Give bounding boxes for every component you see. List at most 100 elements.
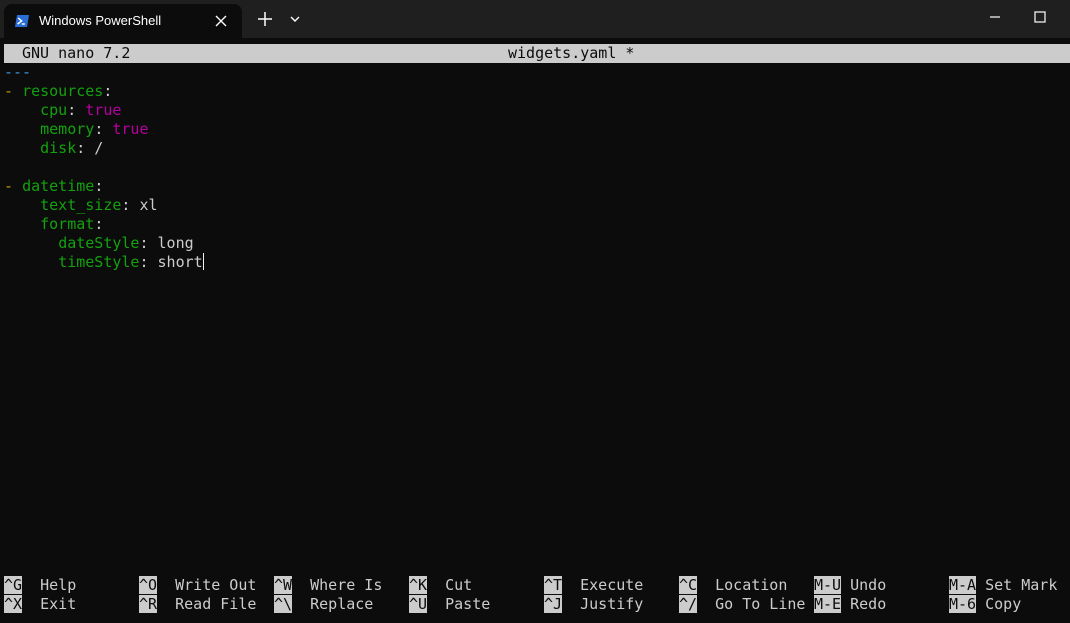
shortcut-spacer [22,576,40,594]
shortcut-label: Cut [445,576,473,594]
shortcut-item[interactable]: ^G Help [4,576,76,595]
shortcut-key: ^J [544,595,563,613]
text-cursor [202,253,204,270]
shortcut-key: ^U [409,595,428,613]
shortcut-item[interactable]: ^\ Replace [274,595,373,614]
shortcut-item[interactable]: ^X Exit [4,595,76,614]
shortcut-label: Where Is [310,576,383,594]
yaml-plain-token: : [94,177,104,195]
editor-line[interactable]: timeStyle: short [4,253,204,272]
yaml-key-token: resources [22,82,104,100]
shortcut-item[interactable]: ^W Where Is [274,576,382,595]
chevron-down-icon[interactable] [288,13,302,25]
shortcut-label: Go To Line [715,595,806,613]
yaml-key-token: dateStyle [58,234,140,252]
shortcut-spacer [157,576,175,594]
shortcut-spacer [697,595,715,613]
shortcut-spacer [976,576,985,594]
shortcut-key: ^X [4,595,23,613]
shortcut-key: ^T [544,576,563,594]
shortcut-key: M-A [949,576,977,594]
shortcut-bar: ^G Help ^O Write Out ^W Where Is ^K Cut ^T E… [0,576,1070,616]
yaml-plain-token [4,101,40,119]
shortcut-spacer [697,576,715,594]
shortcut-spacer [427,595,445,613]
yaml-plain-token: : short [139,253,203,271]
shortcut-item[interactable]: M-6 Copy [949,595,1021,614]
shortcut-key: ^O [139,576,158,594]
minimize-icon[interactable] [986,8,1004,26]
shortcut-spacer [562,595,580,613]
editor-line[interactable]: format: [4,215,103,234]
shortcut-spacer [562,576,580,594]
shortcut-label: Justify [580,595,644,613]
shortcut-label: Write Out [175,576,257,594]
editor-line[interactable]: - datetime: [4,177,103,196]
nano-filename: widgets.yaml * [508,44,635,62]
yaml-plain-token [4,253,58,271]
nano-version: GNU nano 7.2 [22,44,131,62]
shortcut-label: Replace [310,595,374,613]
shortcut-item[interactable]: ^U Paste [409,595,490,614]
shortcut-item[interactable]: ^T Execute [544,576,643,595]
shortcut-key: ^R [139,595,158,613]
yaml-plain-token: : [94,120,113,138]
yaml-key-token: memory [40,120,95,138]
editor-line[interactable]: memory: true [4,120,149,139]
yaml-key-token: timeStyle [58,253,140,271]
maximize-icon[interactable] [1031,8,1049,26]
shortcut-spacer [157,595,175,613]
shortcut-label: Execute [580,576,644,594]
editor-line[interactable]: cpu: true [4,101,121,120]
shortcut-item[interactable]: ^/ Go To Line [679,595,805,614]
shortcut-item[interactable]: ^J Justify [544,595,643,614]
shortcut-label: Copy [985,595,1022,613]
yaml-plain-token: : / [76,139,104,157]
shortcut-key: ^G [4,576,23,594]
yaml-plain-token: : [94,215,104,233]
yaml-plain-token: : xl [121,196,158,214]
shortcut-item[interactable]: M-E Redo [814,595,886,614]
editor-line[interactable]: - resources: [4,82,112,101]
terminal-content[interactable]: GNU nano 7.2 widgets.yaml * --- - resourc… [0,38,1070,623]
yaml-plain-token [4,215,40,233]
shortcut-item[interactable]: ^O Write Out [139,576,256,595]
shortcut-key: ^C [679,576,698,594]
shortcut-key: ^/ [679,595,698,613]
editor-line[interactable]: --- [4,63,31,82]
terminal-window: Windows PowerShell GNU nano 7.2 widgets.… [0,0,1070,623]
tab-windows-powershell[interactable]: Windows PowerShell [4,4,242,38]
yaml-bool-token: true [85,101,122,119]
tab-title: Windows PowerShell [39,13,162,28]
yaml-plain-token: : [103,82,113,100]
yaml-plain-token [4,120,40,138]
yaml-key-token: format [40,215,95,233]
shortcut-key: ^W [274,576,293,594]
yaml-key-token: datetime [22,177,95,195]
yaml-key-token: text_size [40,196,122,214]
editor-line[interactable]: disk: / [4,139,103,158]
yaml-plain-token [4,139,40,157]
shortcut-item[interactable]: M-A Set Mark [949,576,1057,595]
editor-line[interactable]: text_size: xl [4,196,158,215]
shortcut-label: Help [40,576,77,594]
yaml-bool-token: true [112,120,149,138]
powershell-icon [15,15,29,27]
nano-header: GNU nano 7.2 widgets.yaml * [4,44,1070,63]
editor-line[interactable]: dateStyle: long [4,234,194,253]
shortcut-spacer [976,595,985,613]
yaml-plain-token: : long [139,234,194,252]
shortcut-item[interactable]: ^R Read File [139,595,256,614]
plus-icon[interactable] [255,9,275,29]
shortcut-item[interactable]: ^C Location [679,576,787,595]
yaml-key-token: cpu [40,101,68,119]
shortcut-item[interactable]: ^K Cut [409,576,472,595]
shortcut-item[interactable]: M-U Undo [814,576,886,595]
shortcut-key: M-U [814,576,842,594]
shortcut-key: M-E [814,595,842,613]
shortcut-label: Redo [850,595,887,613]
close-icon[interactable] [212,12,230,30]
shortcut-label: Paste [445,595,491,613]
shortcut-label: Location [715,576,788,594]
yaml-dash-token: - [4,82,23,100]
